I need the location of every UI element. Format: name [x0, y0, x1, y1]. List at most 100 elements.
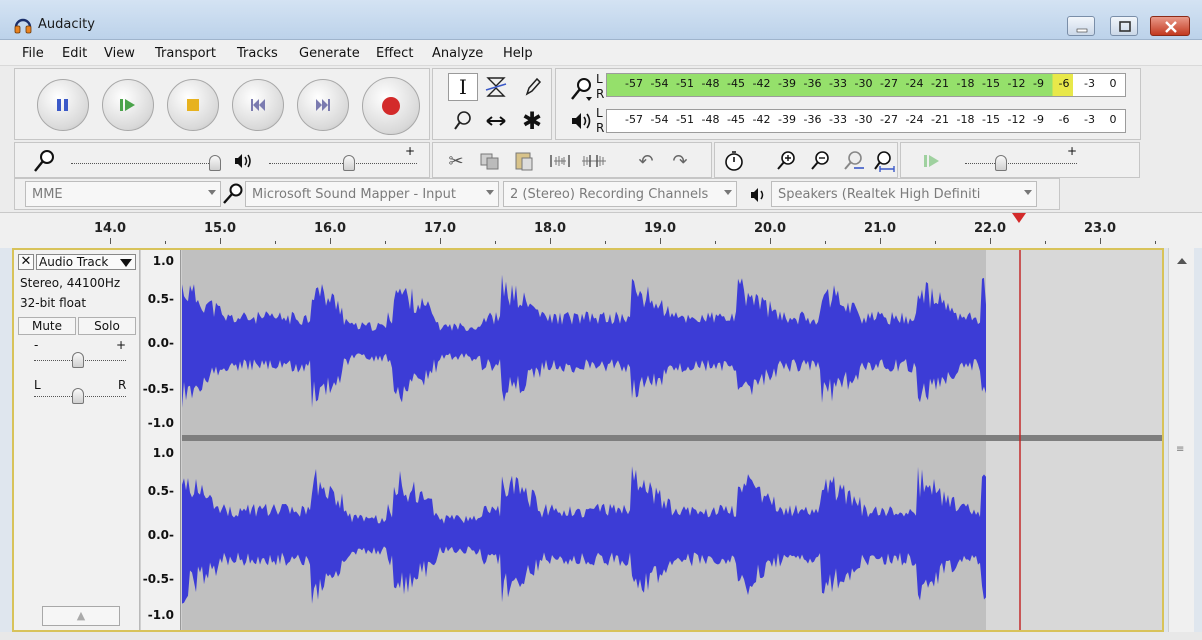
- playhead-marker-icon[interactable]: [1012, 213, 1026, 223]
- undo-button[interactable]: ↶: [631, 147, 661, 175]
- scroll-grip-icon: ≡: [1176, 444, 1185, 455]
- meter-scale-label: -6: [1058, 113, 1070, 126]
- meter-scale-label: -3: [1084, 77, 1095, 90]
- sync-lock-button[interactable]: [719, 147, 749, 175]
- meter-scale-label: 0: [1109, 113, 1117, 126]
- selection-tool-button[interactable]: I: [448, 73, 478, 101]
- playback-meter-speaker-icon[interactable]: [570, 109, 596, 133]
- meter-scale-label: -39: [778, 77, 796, 90]
- meter-scale-label: -54: [650, 77, 669, 90]
- multi-tool-button[interactable]: ✱: [517, 107, 547, 135]
- ruler-tick: [770, 238, 771, 244]
- zoom-out-icon: [811, 151, 829, 170]
- input-volume-slider[interactable]: [71, 163, 221, 165]
- skip-to-start-button[interactable]: [232, 79, 284, 131]
- vertical-scrollbar[interactable]: ≡: [1168, 248, 1194, 632]
- recording-device-value: Microsoft Sound Mapper - Input: [252, 187, 457, 202]
- audio-host-dropdown[interactable]: MME: [25, 181, 221, 207]
- output-volume-thumb[interactable]: [343, 155, 355, 171]
- redo-icon: ↷: [672, 150, 688, 172]
- meter-scale-label: -15: [982, 77, 1000, 90]
- record-button[interactable]: [362, 77, 420, 135]
- waveform-view[interactable]: [182, 250, 1162, 630]
- play-at-speed-button[interactable]: [917, 147, 947, 175]
- menu-analyze[interactable]: Analyze: [432, 46, 483, 61]
- minimize-button[interactable]: [1067, 16, 1095, 36]
- envelope-tool-button[interactable]: [481, 73, 511, 101]
- pan-right-label: R: [118, 378, 127, 392]
- menu-tracks[interactable]: Tracks: [237, 46, 278, 61]
- vruler-label: 1.0: [152, 254, 174, 268]
- meter-scale-label: -51: [676, 77, 694, 90]
- meter-scale-label: -36: [803, 77, 822, 90]
- zoom-in-button[interactable]: [771, 147, 801, 175]
- collapse-track-button[interactable]: ▲: [42, 606, 120, 626]
- recording-device-dropdown[interactable]: Microsoft Sound Mapper - Input: [245, 181, 499, 207]
- output-volume-plus: +: [405, 144, 416, 158]
- ruler-tick: [385, 241, 386, 244]
- silence-button[interactable]: [579, 147, 609, 175]
- playback-meter[interactable]: -57 -54 -51 -48 -45 -42 -39 -36 -33 -30 -27 -24 -21-…: [606, 109, 1126, 133]
- maximize-button[interactable]: [1110, 16, 1138, 36]
- fit-project-button[interactable]: [869, 147, 899, 175]
- meter-scale-label: -51: [676, 113, 694, 126]
- paste-button[interactable]: [509, 147, 539, 175]
- stop-button[interactable]: [167, 79, 219, 131]
- record-meter[interactable]: -57 -54 -51 -48 -45 -42 -39 -36 -33 -30 -27 -24 -21-…: [606, 73, 1126, 97]
- mute-button[interactable]: Mute: [18, 317, 76, 335]
- skip-to-end-button[interactable]: [297, 79, 349, 131]
- meter-scale-label: 0: [1109, 77, 1117, 90]
- ruler-tick: [660, 238, 661, 244]
- menu-effect[interactable]: Effect: [376, 46, 413, 61]
- meter-scale-label: -12: [1007, 77, 1026, 90]
- gain-minus-label: -: [34, 338, 39, 352]
- close-track-button[interactable]: ✕: [18, 254, 34, 270]
- timeline-ruler[interactable]: 14.0 15.0 16.0 17.0 18.0 19.0 20.0 21.0 22.0 23.0: [0, 212, 1202, 248]
- track-name-menu[interactable]: Audio Track: [36, 254, 136, 270]
- input-volume-thumb[interactable]: [209, 155, 221, 171]
- menu-help[interactable]: Help: [503, 46, 533, 61]
- recording-channels-dropdown[interactable]: 2 (Stereo) Recording Channels: [503, 181, 737, 207]
- envelope-icon: [485, 77, 507, 97]
- menu-edit[interactable]: Edit: [62, 46, 87, 61]
- output-volume-speaker-icon: [235, 154, 251, 168]
- zoom-in-icon: [777, 151, 795, 170]
- redo-button[interactable]: ↷: [665, 147, 695, 175]
- pencil-icon: [525, 77, 542, 96]
- trim-button[interactable]: [545, 147, 575, 175]
- playback-meter-left-label: L: [596, 106, 603, 120]
- ruler-tick: [715, 241, 716, 244]
- record-meter-microphone-icon[interactable]: [566, 75, 596, 103]
- track-name: Audio Track: [39, 255, 109, 269]
- meter-scale-label: -45: [727, 113, 745, 126]
- playback-device-dropdown[interactable]: Speakers (Realtek High Definiti: [771, 181, 1037, 207]
- meter-scale-label: -42: [752, 77, 771, 90]
- time-shift-tool-button[interactable]: [481, 107, 511, 135]
- menu-generate[interactable]: Generate: [299, 46, 360, 61]
- menu-transport[interactable]: Transport: [155, 46, 216, 61]
- meter-scale-label: -42: [752, 113, 771, 126]
- menu-view[interactable]: View: [104, 46, 135, 61]
- cut-button[interactable]: ✂: [441, 147, 471, 175]
- zoom-out-button[interactable]: [805, 147, 835, 175]
- play-speed-slider[interactable]: [965, 163, 1077, 165]
- copy-button[interactable]: [475, 147, 505, 175]
- gain-slider-thumb[interactable]: [72, 352, 84, 368]
- pan-slider-thumb[interactable]: [72, 388, 84, 404]
- menu-file[interactable]: File: [22, 46, 44, 61]
- play-speed-thumb[interactable]: [995, 155, 1007, 171]
- ruler-label: 20.0: [754, 221, 787, 236]
- draw-tool-button[interactable]: [517, 73, 547, 101]
- play-button[interactable]: [102, 79, 154, 131]
- pause-button[interactable]: [37, 79, 89, 131]
- scroll-up-icon[interactable]: [1177, 258, 1187, 264]
- meter-scale-label: -39: [778, 113, 796, 126]
- fit-selection-icon: [844, 151, 864, 170]
- ruler-tick: [1100, 238, 1101, 244]
- solo-button[interactable]: Solo: [78, 317, 136, 335]
- zoom-tool-button[interactable]: [448, 107, 478, 135]
- close-button[interactable]: [1150, 16, 1190, 36]
- status-bar: [0, 632, 1202, 640]
- fit-selection-button[interactable]: [839, 147, 869, 175]
- meter-scale-label: -54: [650, 113, 669, 126]
